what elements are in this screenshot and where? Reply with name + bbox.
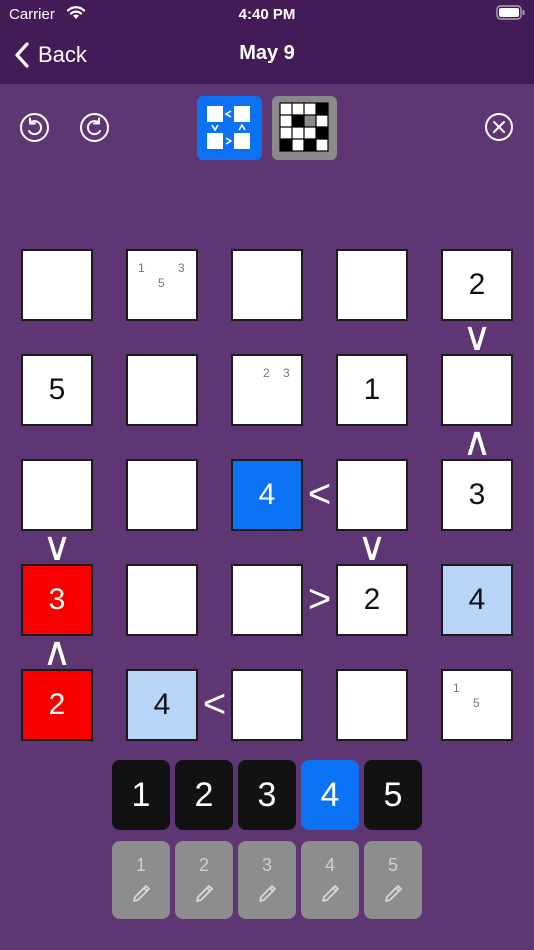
redo-button[interactable] [79, 112, 110, 148]
grid-mode-icon [279, 102, 329, 152]
grid-cell-r4c3[interactable] [231, 564, 303, 636]
grid-cell-r3c4[interactable] [336, 459, 408, 531]
undo-button[interactable] [19, 112, 50, 148]
grid-cell-r5c5[interactable]: 15 [441, 669, 513, 741]
pencil-note: 3 [178, 261, 185, 275]
grid-cell-r5c2[interactable]: 4 [126, 669, 198, 741]
number-button-5[interactable]: 5 [364, 760, 422, 830]
pencil-icon [385, 885, 402, 902]
grid-cell-r1c4[interactable] [336, 249, 408, 321]
inequality-symbol: ∨ [42, 524, 72, 569]
note-button-3[interactable]: 3 [238, 841, 296, 919]
grid-cell-r2c5[interactable] [441, 354, 513, 426]
cell-value: 4 [153, 688, 171, 721]
grid-cell-r3c3[interactable]: 4 [231, 459, 303, 531]
pencil-note: 5 [473, 696, 480, 710]
cell-value: 3 [468, 478, 486, 511]
page-title: May 9 [239, 42, 295, 64]
cell-value: 4 [258, 478, 276, 511]
cell-value: 2 [363, 583, 381, 616]
inequality-mode-button[interactable] [197, 96, 262, 160]
pencil-icon [259, 885, 276, 902]
undo-icon [20, 113, 49, 142]
cell-value: 2 [48, 688, 66, 721]
inequality-symbol: ∨ [462, 314, 492, 359]
redo-icon [80, 113, 109, 142]
inequality-symbol: ∨ [357, 524, 387, 569]
grid-cell-r4c1[interactable]: 3 [21, 564, 93, 636]
inequality-symbol: < [307, 472, 332, 516]
status-time: 4:40 PM [238, 6, 296, 23]
cell-value: 3 [48, 583, 66, 616]
inequality-symbol: > [307, 577, 332, 621]
cell-value: 2 [468, 268, 486, 301]
note-button-label: 4 [324, 855, 335, 875]
grid-cell-r3c1[interactable] [21, 459, 93, 531]
cell-value: 4 [468, 583, 486, 616]
number-button-4[interactable]: 4 [301, 760, 359, 830]
pencil-note: 2 [263, 366, 270, 380]
nav-bar: Carrier 4:40 PM Back May 9 [0, 0, 534, 84]
grid-cell-r1c2[interactable]: 1 35 [126, 249, 198, 321]
cell-value: 1 [363, 373, 381, 406]
cell-value: 5 [48, 373, 66, 406]
grid-cell-r2c4[interactable]: 1 [336, 354, 408, 426]
battery-icon [496, 5, 525, 20]
grid-cell-r1c1[interactable] [21, 249, 93, 321]
clear-button[interactable] [484, 112, 514, 147]
grid-cell-r3c2[interactable] [126, 459, 198, 531]
inequality-symbol: ∧ [42, 629, 72, 674]
grid-cell-r4c4[interactable]: 2 [336, 564, 408, 636]
note-button-label: 1 [135, 855, 146, 875]
grid-cell-r1c3[interactable] [231, 249, 303, 321]
number-button-1[interactable]: 1 [112, 760, 170, 830]
grid-cell-r5c4[interactable] [336, 669, 408, 741]
pencil-icon [196, 885, 213, 902]
pencil-note: 1 [453, 681, 460, 695]
inequality-symbol: ∧ [462, 419, 492, 464]
grid-cell-r2c1[interactable]: 5 [21, 354, 93, 426]
pencil-icon [322, 885, 339, 902]
grid-cell-r4c5[interactable]: 4 [441, 564, 513, 636]
note-button-1[interactable]: 1 [112, 841, 170, 919]
grid-cell-r1c5[interactable]: 2 [441, 249, 513, 321]
note-button-4[interactable]: 4 [301, 841, 359, 919]
grid-cell-r5c3[interactable] [231, 669, 303, 741]
pencil-note: 1 [138, 261, 145, 275]
inequality-mode-icon [207, 106, 250, 149]
grid-cell-r4c2[interactable] [126, 564, 198, 636]
number-button-2[interactable]: 2 [175, 760, 233, 830]
pencil-icon [133, 885, 150, 902]
close-circle-icon [485, 113, 513, 141]
number-button-3[interactable]: 3 [238, 760, 296, 830]
inequality-symbol: < [202, 682, 227, 726]
grid-cell-r3c5[interactable]: 3 [441, 459, 513, 531]
grid-mode-button[interactable] [272, 96, 337, 160]
grid-cell-r5c1[interactable]: 2 [21, 669, 93, 741]
pencil-note: 5 [158, 276, 165, 290]
note-button-label: 5 [387, 855, 398, 875]
note-button-label: 2 [198, 855, 209, 875]
note-button-2[interactable]: 2 [175, 841, 233, 919]
grid-cell-r2c2[interactable] [126, 354, 198, 426]
note-button-label: 3 [261, 855, 272, 875]
note-button-5[interactable]: 5 [364, 841, 422, 919]
grid-cell-r2c3[interactable]: 23 [231, 354, 303, 426]
pencil-note: 3 [283, 366, 290, 380]
